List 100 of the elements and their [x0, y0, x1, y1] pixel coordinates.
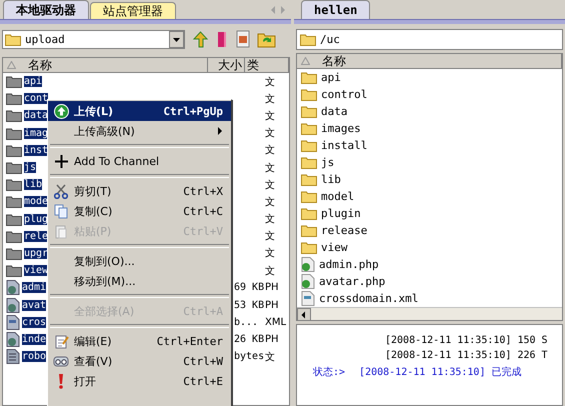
file-name[interactable]: avatar.php	[318, 275, 386, 288]
folder-icon	[6, 246, 22, 260]
type-column-header[interactable]: 类	[245, 58, 289, 72]
file-size: bytes	[234, 351, 264, 362]
scroll-arrows-icon[interactable]	[269, 5, 287, 15]
menu-item[interactable]: 编辑(E) Ctrl+Enter	[48, 331, 231, 351]
file-name[interactable]: inde	[22, 334, 46, 345]
file-name[interactable]: lib	[320, 173, 342, 186]
file-name[interactable]: crossdomain.xml	[318, 292, 420, 305]
menu-item[interactable]: Add To Channel	[48, 151, 231, 171]
file-type: 文	[265, 214, 275, 226]
file-size: 53 KB	[234, 300, 264, 311]
file-name[interactable]: plug	[24, 214, 48, 225]
file-name[interactable]: robo	[22, 351, 46, 362]
upload-icon	[54, 104, 68, 118]
path-dropdown[interactable]: upload	[2, 30, 185, 48]
folder-icon	[301, 71, 317, 84]
sort-triangle-icon	[7, 61, 16, 69]
file-name[interactable]: release	[320, 224, 368, 237]
sort-triangle-icon	[301, 57, 310, 65]
xml-file-icon	[301, 291, 315, 306]
php-file-icon	[301, 257, 315, 272]
file-name[interactable]: view	[320, 241, 348, 254]
binoculars-icon	[53, 354, 69, 368]
xml-file-icon	[6, 314, 20, 330]
scissors-icon	[54, 184, 68, 198]
file-size: 26 KB	[234, 334, 264, 345]
file-type: PH	[265, 334, 279, 345]
file-type: 文	[265, 110, 275, 122]
up-arrow-icon[interactable]	[191, 30, 209, 48]
copy-icon	[54, 204, 68, 218]
exclamation-icon	[57, 374, 65, 388]
menu-item[interactable]: 复制(C) Ctrl+C	[48, 201, 231, 221]
menu-item[interactable]: 移动到(M)...	[48, 271, 231, 291]
file-name[interactable]: rele	[24, 230, 48, 242]
file-name[interactable]: images	[320, 122, 362, 135]
notepad-icon	[54, 334, 68, 348]
name-column-header[interactable]: 名称	[297, 54, 562, 68]
file-name[interactable]: data	[320, 105, 348, 118]
file-name[interactable]: admi	[22, 282, 46, 294]
file-name[interactable]: js	[320, 156, 336, 169]
path-field[interactable]: /uc	[296, 29, 563, 50]
horizontal-scrollbar[interactable]	[297, 307, 562, 320]
folder-icon	[301, 122, 317, 135]
folder-icon	[300, 33, 316, 46]
menu-item[interactable]: 上传(L) Ctrl+PgUp	[48, 101, 231, 121]
tab[interactable]: hellen	[301, 0, 370, 19]
file-name[interactable]: data	[24, 110, 48, 122]
file-name[interactable]: avat	[22, 300, 46, 311]
file-type: 文	[265, 352, 275, 363]
file-name[interactable]: install	[320, 139, 368, 152]
folder-icon	[6, 161, 22, 174]
file-name[interactable]: cros	[22, 316, 46, 328]
file-type: 文	[265, 162, 275, 174]
folder-icon	[301, 88, 317, 101]
menu-item[interactable]: 复制到(O)...	[48, 251, 231, 271]
paste-icon	[54, 224, 68, 238]
folder-icon	[6, 212, 22, 226]
file-name[interactable]: control	[320, 88, 368, 101]
folder-icon	[301, 241, 317, 254]
folder-icon	[301, 190, 317, 203]
file-name[interactable]: mode	[24, 196, 48, 208]
file-type: 文	[265, 248, 275, 260]
file-name[interactable]: js	[24, 162, 36, 174]
tab[interactable]: 本地驱动器	[3, 0, 89, 19]
file-size: b...	[234, 316, 258, 328]
menu-item[interactable]: 上传高级(N)	[48, 121, 231, 141]
file-name[interactable]: inst	[24, 144, 48, 156]
menu-item[interactable]: 查看(V) Ctrl+W	[48, 351, 231, 371]
file-name[interactable]: api	[24, 76, 42, 88]
file-type: 文	[265, 76, 275, 88]
log-line: [2008-12-11 11:35:10] 226 T	[385, 350, 548, 361]
file-type: 文	[265, 180, 275, 191]
file-size: 69 KB	[234, 282, 264, 294]
folder-icon	[6, 126, 22, 140]
file-name[interactable]: imag	[24, 128, 48, 139]
file-name[interactable]: api	[320, 71, 342, 84]
folder-icon	[301, 207, 317, 220]
document-icon[interactable]	[235, 30, 251, 48]
folder-icon	[301, 224, 317, 237]
php-file-icon	[6, 332, 20, 347]
file-name[interactable]: admin.php	[318, 258, 380, 271]
status-label: 状态:>	[313, 367, 346, 378]
menu-item[interactable]: 打开 Ctrl+E	[48, 371, 231, 391]
folder-icon	[6, 264, 22, 278]
file-name[interactable]: model	[320, 190, 356, 203]
folder-icon	[6, 92, 22, 106]
size-column-header[interactable]: 大小	[208, 58, 245, 72]
file-type: 文	[265, 94, 275, 105]
folder-icon	[6, 144, 22, 157]
file-name[interactable]: lib	[24, 179, 42, 190]
scroll-left-icon[interactable]	[297, 308, 311, 320]
file-name[interactable]: cont	[24, 93, 48, 104]
tab[interactable]: 站点管理器	[90, 2, 176, 19]
folder-icon	[5, 32, 21, 46]
menu-item[interactable]: 剪切(T) Ctrl+X	[48, 181, 231, 201]
file-name[interactable]: plugin	[320, 207, 362, 220]
name-column-header[interactable]: 名称	[3, 58, 208, 72]
file-type: XML	[265, 316, 286, 328]
file-name[interactable]: upgr	[24, 248, 48, 259]
